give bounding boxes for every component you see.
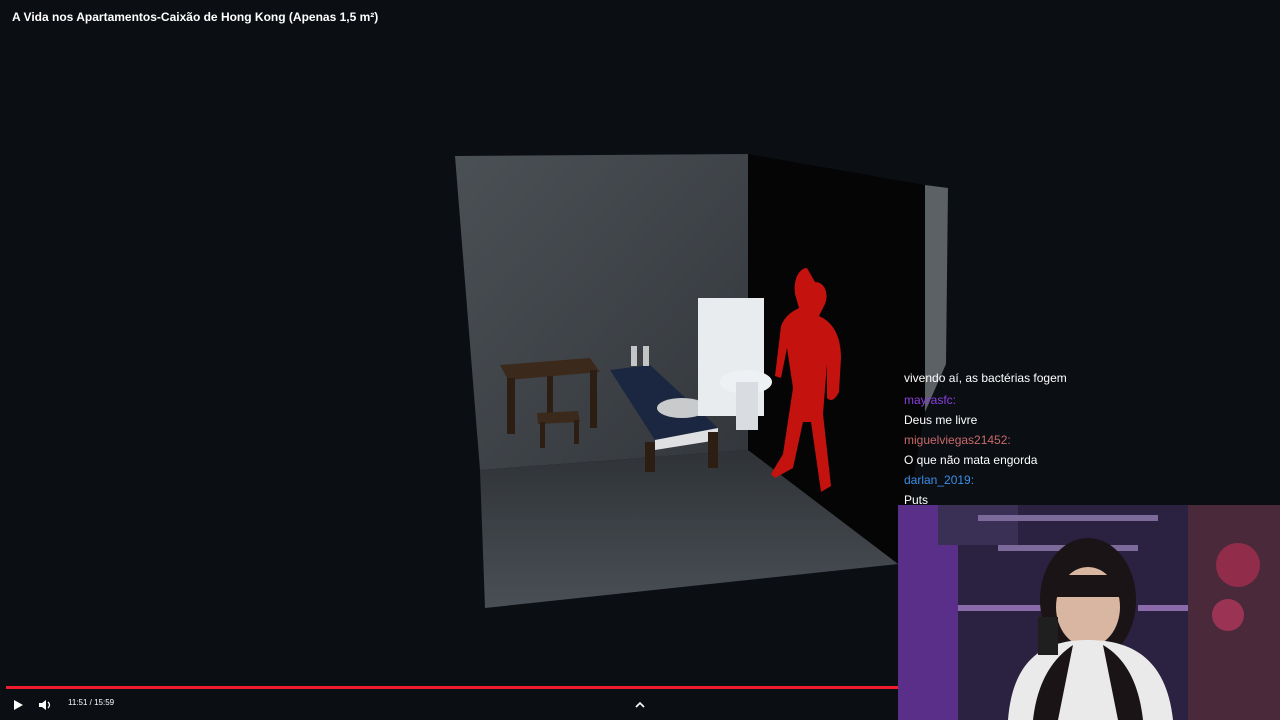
chat-message: mayrasfc: Deus me livre [904, 390, 1274, 430]
chevron-up-icon [635, 701, 645, 708]
chat-message-text: O que não mata engorda [904, 453, 1038, 467]
pause-icon[interactable] [622, 346, 658, 368]
player-controls: 11:51 / 15:59 [0, 690, 900, 720]
chat-message: darlan_2019: Puts [904, 470, 1274, 510]
chat-message-text: vivendo aí, as bactérias fogem [904, 371, 1067, 385]
volume-button[interactable] [35, 690, 55, 720]
progress-bar[interactable] [6, 686, 898, 689]
webcam-feed [898, 505, 1280, 720]
video-title: A Vida nos Apartamentos-Caixão de Hong K… [12, 10, 379, 24]
room-scene [450, 150, 950, 610]
expand-button[interactable] [632, 690, 648, 720]
chat-message-text: Deus me livre [904, 413, 978, 427]
play-icon [14, 700, 23, 710]
chat-username: darlan_2019: [904, 473, 975, 487]
chat-message: miguelviegas21452: O que não mata engord… [904, 430, 1274, 470]
chat-message: vivendo aí, as bactérias fogem [904, 368, 1274, 388]
play-button[interactable] [8, 690, 28, 720]
chat-username: miguelviegas21452: [904, 433, 1011, 447]
webcam-image [898, 505, 1280, 720]
chat-username: mayrasfc: [904, 393, 957, 407]
chat-overlay: vivendo aí, as bactérias fogem mayrasfc:… [904, 368, 1274, 510]
time-display: 11:51 / 15:59 [68, 698, 115, 707]
volume-icon [39, 700, 51, 710]
room-illustration [455, 154, 948, 608]
